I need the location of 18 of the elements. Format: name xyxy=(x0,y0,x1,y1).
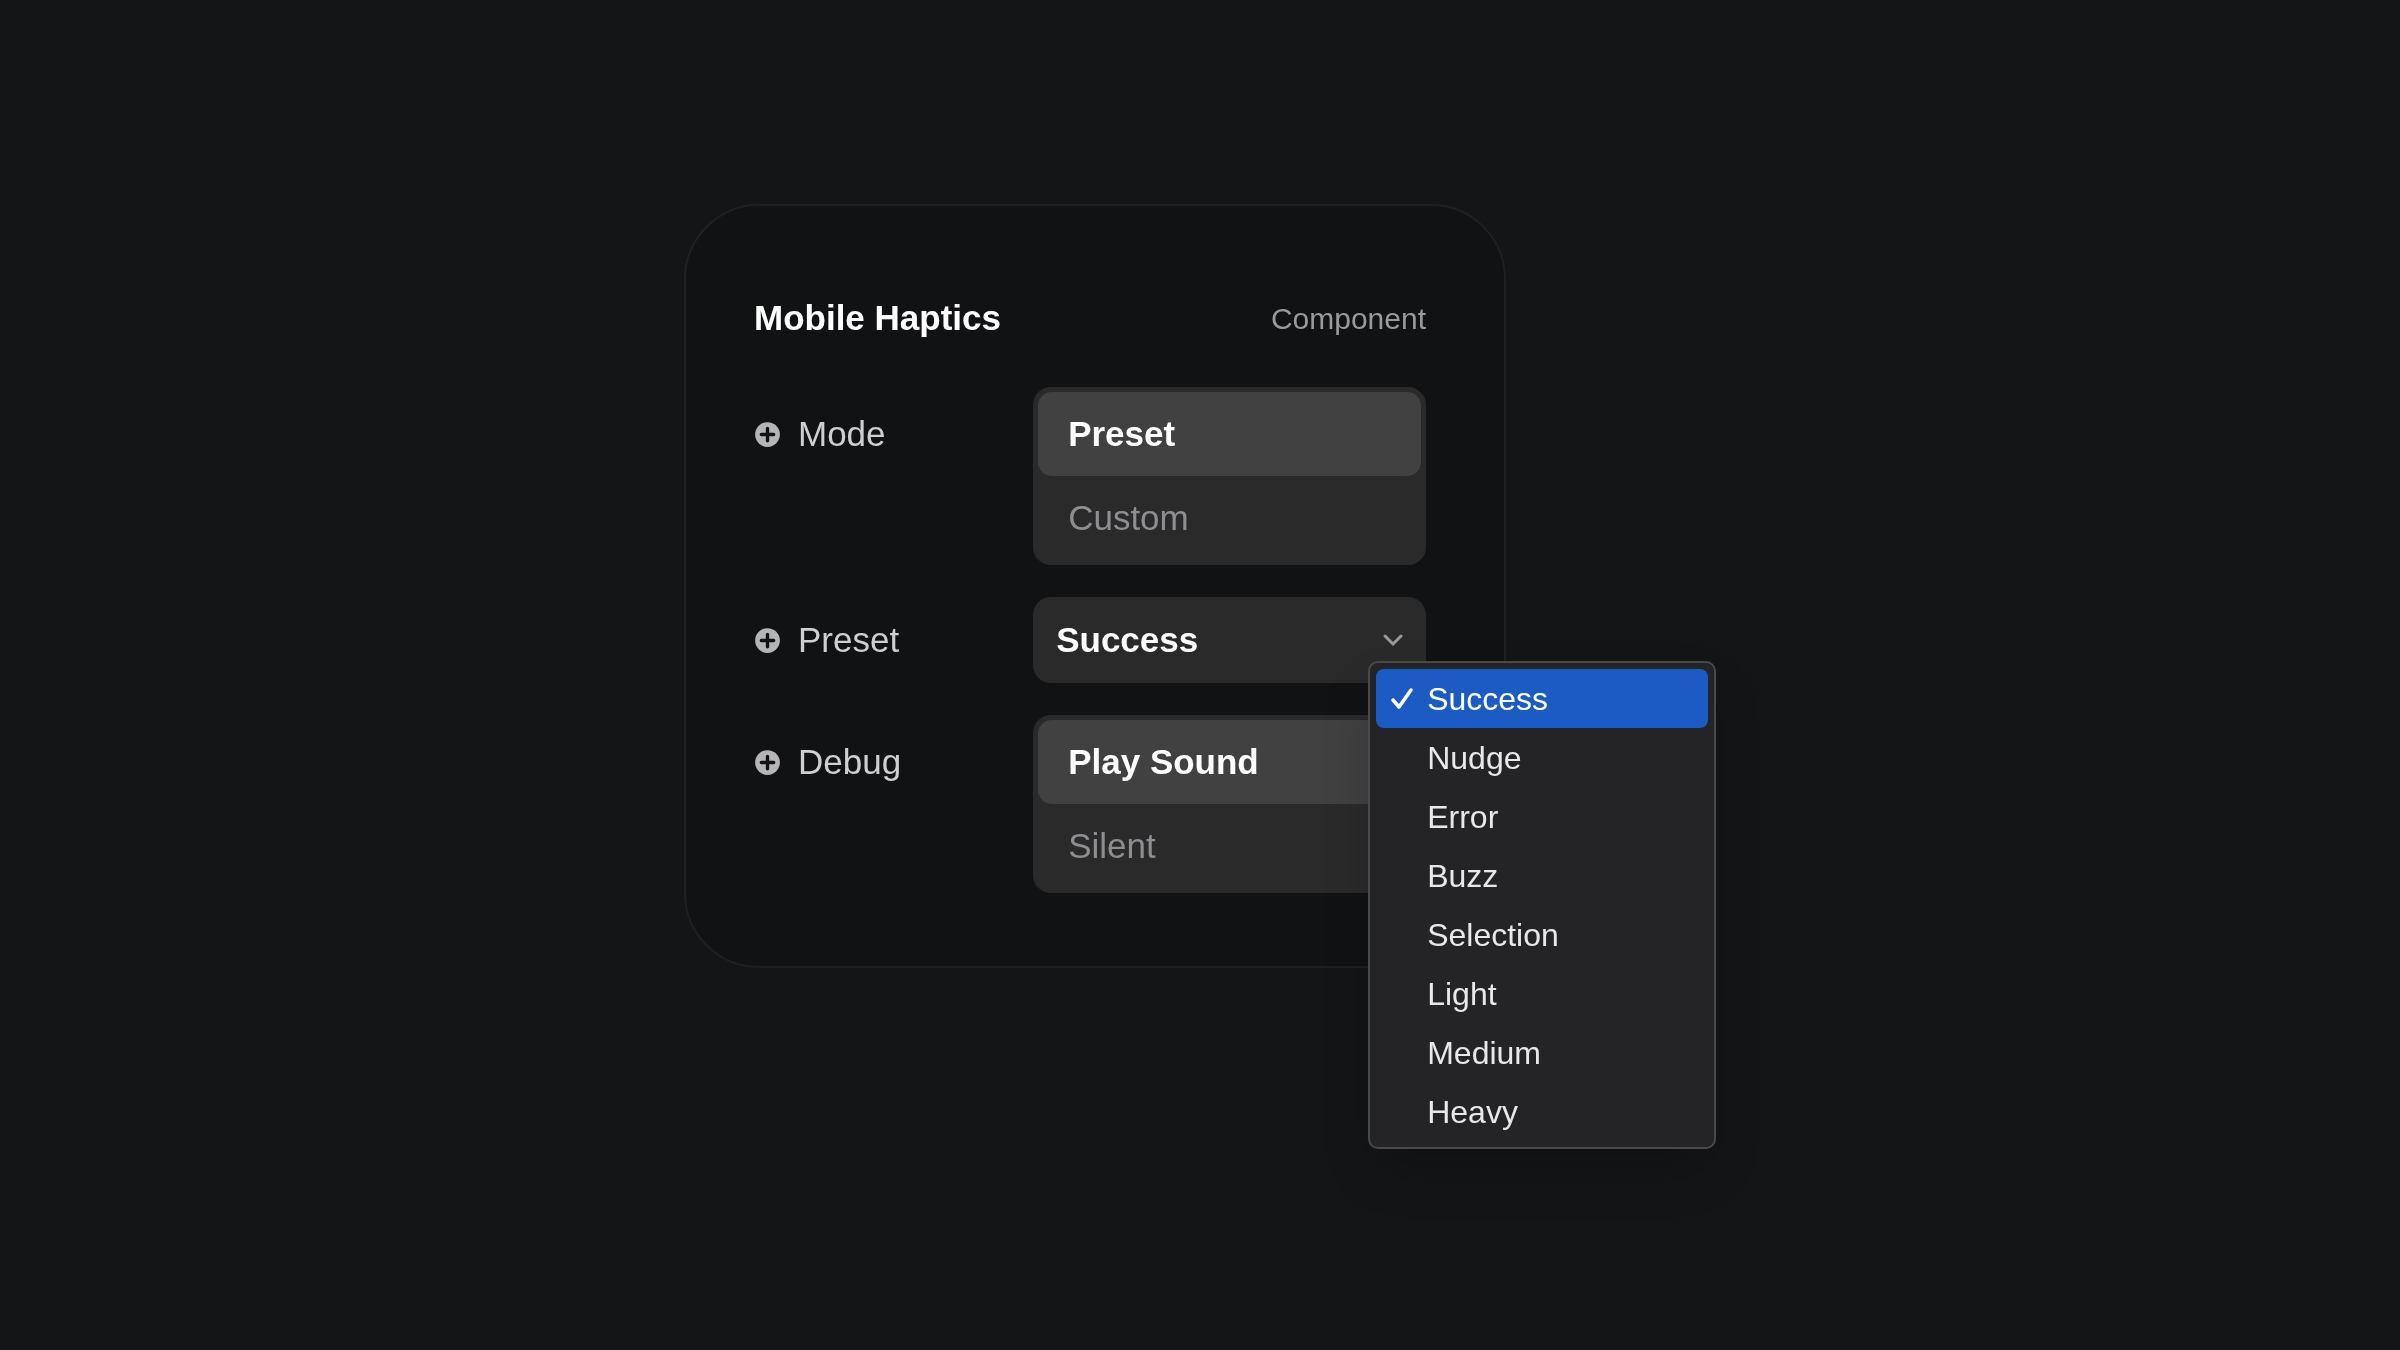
card-title: Mobile Haptics xyxy=(754,296,1001,339)
plus-circle-icon xyxy=(754,420,781,448)
plus-circle-icon xyxy=(754,748,781,776)
menu-item[interactable]: Success xyxy=(1376,669,1709,728)
row-label: Mode xyxy=(798,412,886,455)
row-label: Debug xyxy=(798,740,902,783)
segment-option[interactable]: Custom xyxy=(1038,476,1421,560)
preset-select[interactable]: Success xyxy=(1033,597,1426,683)
segment-option[interactable]: Preset xyxy=(1038,392,1421,476)
menu-item[interactable]: Selection xyxy=(1376,905,1709,964)
chevron-down-icon xyxy=(1382,633,1404,647)
menu-item[interactable]: Light xyxy=(1376,964,1709,1023)
menu-item[interactable]: Medium xyxy=(1376,1023,1709,1082)
card-subtitle: Component xyxy=(1270,300,1426,337)
plus-circle-icon xyxy=(754,626,781,654)
checkmark-icon xyxy=(1389,686,1414,711)
row-label: Preset xyxy=(798,618,900,661)
menu-item[interactable]: Heavy xyxy=(1376,1082,1709,1141)
